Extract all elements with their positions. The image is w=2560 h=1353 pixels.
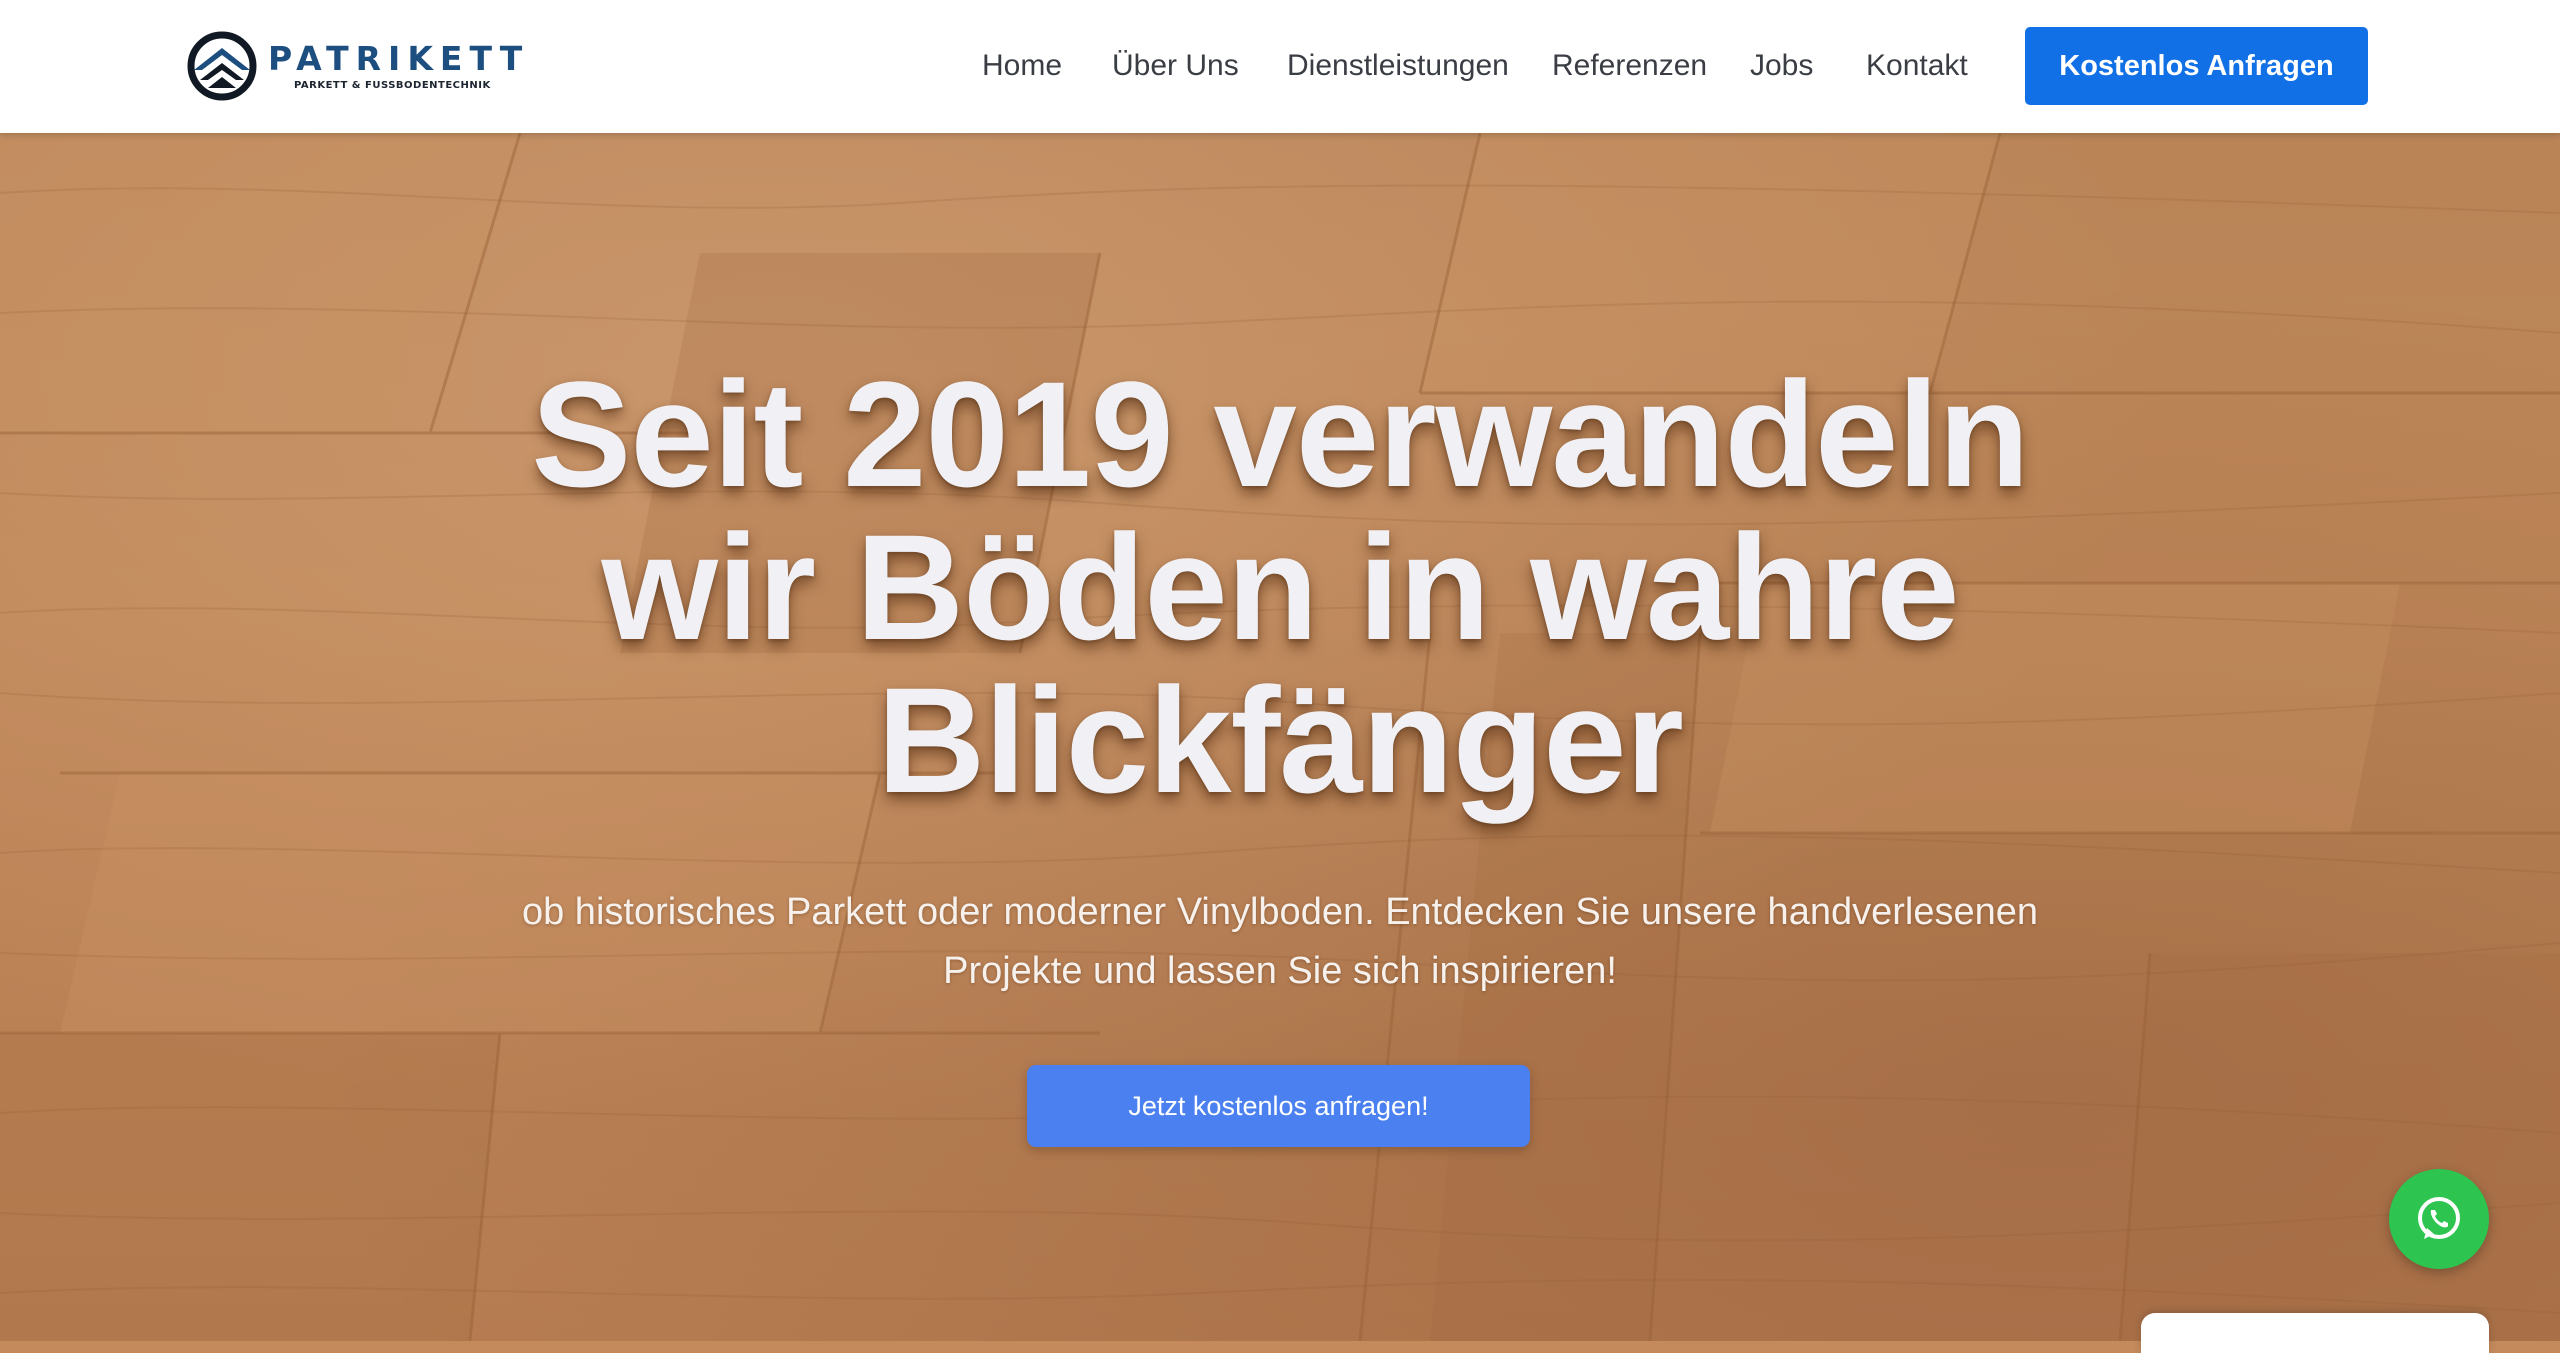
jetzt-kostenlos-anfragen-button[interactable]: Jetzt kostenlos anfragen! <box>1027 1065 1530 1147</box>
hero-title-line: wir Böden in wahre <box>601 503 1959 671</box>
brand-name: PATRIKETT <box>268 38 530 78</box>
logo-text: PATRIKETT PARKETT & FUSSBODENTECHNIK <box>268 38 530 91</box>
hero-title-line: Seit 2019 verwandeln <box>531 350 2029 518</box>
brand-logo[interactable]: PATRIKETT PARKETT & FUSSBODENTECHNIK <box>186 28 529 104</box>
kostenlos-anfragen-button[interactable]: Kostenlos Anfragen <box>2025 27 2368 105</box>
nav-kontakt[interactable]: Kontakt <box>1866 46 1968 86</box>
whatsapp-button[interactable] <box>2389 1169 2489 1269</box>
nav-ueber-uns[interactable]: Über Uns <box>1112 46 1239 86</box>
hero-subtitle-line: ob historisches Parkett oder moderner Vi… <box>521 891 2038 933</box>
nav-dienstleistungen[interactable]: Dienstleistungen <box>1287 46 1509 86</box>
nav-jobs[interactable]: Jobs <box>1750 46 1813 86</box>
whatsapp-icon <box>2418 1197 2460 1239</box>
nav-referenzen[interactable]: Referenzen <box>1552 46 1707 86</box>
hero-title-line: Blickfänger <box>877 656 1684 824</box>
site-header: PATRIKETT PARKETT & FUSSBODENTECHNIK Hom… <box>0 0 2560 133</box>
hero-section: Seit 2019 verwandeln wir Böden in wahre … <box>0 133 2560 1341</box>
hero-subtitle-line: Projekte und lassen Sie sich inspirieren… <box>943 950 1617 992</box>
hero-title: Seit 2019 verwandeln wir Böden in wahre … <box>380 358 2180 817</box>
hero-subtitle: ob historisches Parkett oder moderner Vi… <box>420 883 2140 1001</box>
logo-mark-icon <box>187 31 257 101</box>
nav-home[interactable]: Home <box>982 46 1062 86</box>
chat-card[interactable] <box>2141 1313 2489 1353</box>
brand-tagline: PARKETT & FUSSBODENTECHNIK <box>294 79 491 91</box>
